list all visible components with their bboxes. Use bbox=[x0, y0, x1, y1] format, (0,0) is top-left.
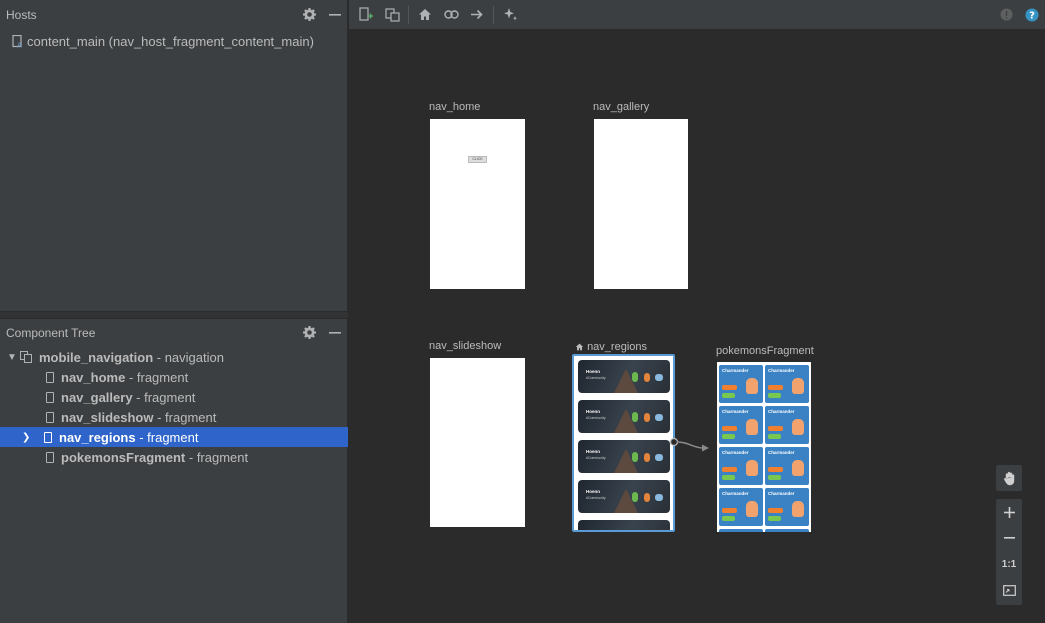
nested-graph-icon[interactable] bbox=[379, 3, 405, 27]
zoom-out-icon[interactable] bbox=[995, 525, 1023, 551]
action-arrow-icon[interactable] bbox=[464, 3, 490, 27]
tree-item-type: - navigation bbox=[156, 349, 224, 365]
tree-item-nav-home[interactable]: nav_home - fragment bbox=[0, 367, 348, 387]
deep-link-icon[interactable] bbox=[438, 3, 464, 27]
tree-item-name: mobile_navigation bbox=[39, 349, 154, 365]
host-item[interactable]: A content_main (nav_host_fragment_conten… bbox=[0, 31, 314, 51]
start-destination-home-icon bbox=[575, 343, 584, 351]
region-card: Hoenn #Community bbox=[578, 360, 670, 393]
navigation-graph-canvas[interactable]: nav_home CLICK nav_gallery nav_slideshow… bbox=[349, 30, 1045, 623]
pokemon-card: Charmander bbox=[765, 447, 809, 485]
pan-hand-icon[interactable] bbox=[995, 465, 1023, 491]
zoom-in-icon[interactable] bbox=[995, 499, 1023, 525]
editor-toolbar: ? bbox=[349, 0, 1045, 30]
fragment-icon bbox=[46, 371, 54, 383]
zoom-tool-group: 1:1 bbox=[995, 498, 1023, 606]
pokemon-card: Charmander bbox=[719, 488, 763, 526]
chevron-right-icon[interactable]: ❯ bbox=[22, 432, 44, 443]
navigation-graph-icon bbox=[20, 351, 33, 363]
svg-text:?: ? bbox=[1029, 10, 1035, 21]
region-card bbox=[578, 520, 670, 530]
tree-item-name: nav_home bbox=[61, 369, 126, 385]
pokemon-card: Charmander bbox=[719, 365, 763, 403]
tree-item-type: - fragment bbox=[136, 389, 196, 405]
destination-nav-gallery[interactable] bbox=[594, 119, 688, 289]
destination-pokemons-fragment[interactable]: Charmander Charmander Charmander Charman… bbox=[717, 362, 811, 532]
fragment-icon bbox=[46, 451, 54, 463]
tree-settings-gear-icon[interactable] bbox=[296, 322, 322, 344]
fragment-icon bbox=[46, 411, 54, 423]
layout-file-icon: A bbox=[12, 34, 22, 48]
auto-arrange-magic-icon[interactable] bbox=[497, 3, 523, 27]
toolbar-separator bbox=[408, 5, 409, 24]
tree-item-pokemons-fragment[interactable]: pokemonsFragment - fragment bbox=[0, 447, 348, 467]
destination-label-nav-home: nav_home bbox=[429, 101, 481, 113]
tree-item-name: nav_regions bbox=[59, 429, 136, 445]
region-card: Hoenn #Community bbox=[578, 480, 670, 513]
pokemon-card bbox=[765, 529, 809, 532]
action-connector[interactable] bbox=[669, 435, 714, 455]
tree-item-type: - fragment bbox=[128, 369, 189, 385]
pokemon-card: Charmander bbox=[719, 447, 763, 485]
destination-label-nav-slideshow: nav_slideshow bbox=[429, 340, 502, 352]
fragment-icon bbox=[46, 391, 54, 403]
pokemon-card: Charmander bbox=[765, 488, 809, 526]
tree-item-name: pokemonsFragment bbox=[61, 449, 186, 465]
pokemon-card bbox=[719, 529, 763, 532]
help-icon[interactable]: ? bbox=[1019, 3, 1045, 27]
tree-item-type: - fragment bbox=[139, 429, 199, 445]
destination-label-pokemons-fragment: pokemonsFragment bbox=[716, 345, 814, 357]
region-card: Hoenn #Community bbox=[578, 400, 670, 433]
hosts-panel-title: Hosts bbox=[6, 7, 37, 22]
destination-nav-home[interactable]: CLICK bbox=[430, 119, 525, 289]
destination-nav-slideshow[interactable] bbox=[430, 358, 525, 527]
warning-icon[interactable] bbox=[993, 3, 1019, 27]
tree-root-mobile-navigation[interactable]: ▼ mobile_navigation - navigation bbox=[0, 347, 348, 367]
tree-item-nav-gallery[interactable]: nav_gallery - fragment bbox=[0, 387, 348, 407]
new-destination-icon[interactable] bbox=[353, 3, 379, 27]
tree-item-nav-slideshow[interactable]: nav_slideshow - fragment bbox=[0, 407, 348, 427]
svg-text:A: A bbox=[17, 41, 22, 48]
tree-item-type: - fragment bbox=[188, 449, 249, 465]
tree-item-type: - fragment bbox=[157, 409, 217, 425]
zoom-to-fit-icon[interactable] bbox=[995, 577, 1023, 603]
home-icon[interactable] bbox=[412, 3, 438, 27]
component-tree: ▼ mobile_navigation - navigation nav_hom… bbox=[0, 347, 348, 467]
left-panel: Hosts A content_main (nav_host_fragment_… bbox=[0, 0, 348, 623]
host-item-label: content_main (nav_host_fragment_content_… bbox=[27, 33, 314, 49]
hosts-minimize-icon[interactable] bbox=[322, 4, 348, 26]
pokemon-card: Charmander bbox=[765, 406, 809, 444]
pokemon-card: Charmander bbox=[719, 406, 763, 444]
zoom-actual-size-button[interactable]: 1:1 bbox=[995, 551, 1023, 577]
tree-item-name: nav_slideshow bbox=[61, 409, 154, 425]
component-tree-title: Component Tree bbox=[6, 325, 96, 340]
hosts-settings-gear-icon[interactable] bbox=[296, 4, 322, 26]
pan-tool-group bbox=[995, 464, 1023, 492]
destination-label-nav-gallery: nav_gallery bbox=[593, 101, 650, 113]
component-tree-header: Component Tree bbox=[0, 318, 348, 347]
toolbar-separator bbox=[493, 5, 494, 24]
tree-item-name: nav_gallery bbox=[61, 389, 133, 405]
fragment-icon bbox=[44, 431, 52, 443]
destination-label-nav-regions: nav_regions bbox=[575, 341, 647, 353]
chevron-down-icon[interactable]: ▼ bbox=[4, 352, 20, 363]
destination-label-text: nav_regions bbox=[587, 341, 647, 353]
region-card: Hoenn #Community bbox=[578, 440, 670, 473]
preview-click-button: CLICK bbox=[468, 156, 487, 163]
destination-nav-regions[interactable]: Hoenn #Community Hoenn #Community Hoenn #Co… bbox=[572, 354, 675, 532]
tree-item-nav-regions[interactable]: ❯ nav_regions - fragment bbox=[0, 427, 348, 447]
pokemon-card: Charmander bbox=[765, 365, 809, 403]
tree-minimize-icon[interactable] bbox=[322, 322, 348, 344]
hosts-panel-header: Hosts bbox=[0, 0, 348, 29]
